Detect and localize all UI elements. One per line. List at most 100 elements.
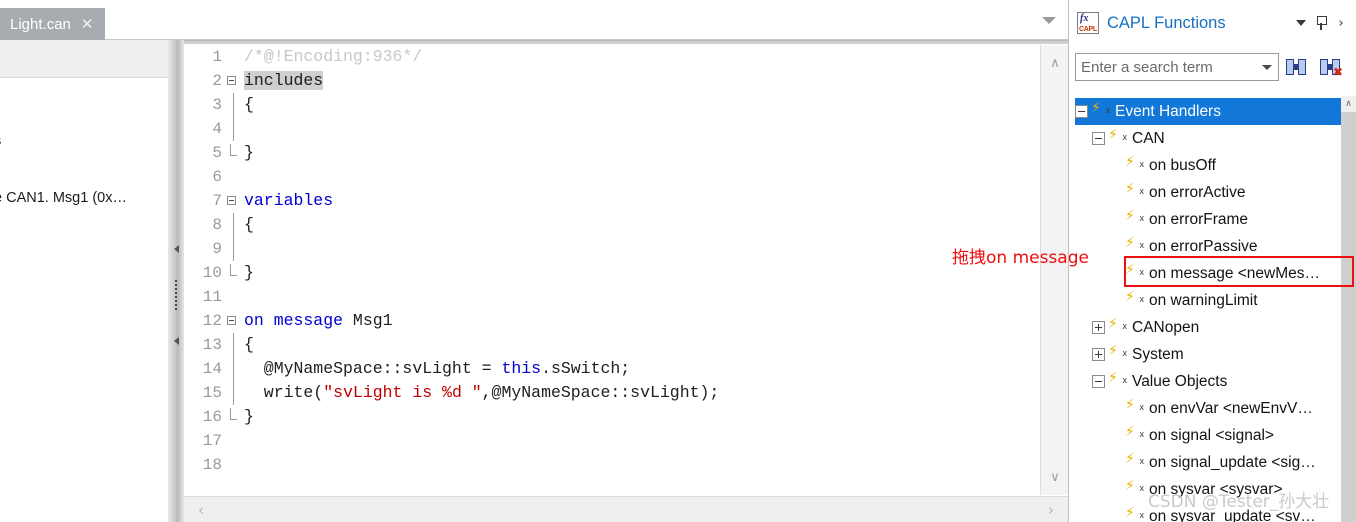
fold-toggle-icon[interactable]: [224, 189, 238, 213]
fold-guide: [224, 356, 238, 381]
tree-item-label: CAN: [1132, 129, 1165, 147]
scroll-up-icon[interactable]: ∧: [1341, 96, 1356, 112]
line-number: 15: [202, 384, 222, 402]
chevron-down-icon[interactable]: [1042, 17, 1056, 24]
panel-splitter[interactable]: [168, 40, 184, 522]
collapse-icon[interactable]: [1075, 105, 1088, 118]
clear-search-button[interactable]: ✖: [1313, 53, 1347, 81]
code-token: .sSwitch;: [541, 359, 631, 378]
code-token: @MyNameSpace::svLight =: [244, 359, 502, 378]
event-handler-icon: [1125, 290, 1144, 308]
line-number: 16: [202, 408, 222, 426]
tree-item-value-objects[interactable]: Value Objects: [1075, 368, 1341, 395]
tree-item-on-signal-signal[interactable]: on signal <signal>: [1075, 422, 1341, 449]
code-text: {: [238, 93, 254, 117]
tab-light-can[interactable]: Light.can ✕: [0, 8, 106, 40]
tree-item-on-signal-update-sig[interactable]: on signal_update <sig…: [1075, 449, 1341, 476]
code-line[interactable]: 10}: [184, 261, 1039, 285]
event-handler-icon: [1108, 344, 1127, 362]
line-number: 1: [212, 48, 222, 66]
code-line[interactable]: 9: [184, 236, 1039, 261]
tree-item-canopen[interactable]: CANopen: [1075, 314, 1341, 341]
code-text-area[interactable]: 1/*@!Encoding:936*/2 includes 3{4 5} 6 7 varia…: [184, 45, 1039, 495]
find-button[interactable]: [1279, 53, 1313, 81]
tree-item-system[interactable]: System: [1075, 341, 1341, 368]
left-panel-header: [0, 40, 168, 78]
fold-toggle-icon[interactable]: [224, 309, 238, 333]
code-text: write("svLight is %d ",@MyNameSpace::svL…: [238, 381, 720, 405]
tree-item-on-errorframe[interactable]: on errorFrame: [1075, 206, 1341, 233]
code-line[interactable]: 7 variables: [184, 189, 1039, 213]
pin-icon: [1315, 16, 1327, 30]
code-line[interactable]: 11: [184, 285, 1039, 309]
fold-guide: [224, 236, 238, 261]
splitter-grip[interactable]: [172, 245, 180, 345]
panel-menu-dropdown[interactable]: [1291, 11, 1311, 35]
editor-horizontal-scrollbar[interactable]: ‹ ›: [184, 496, 1068, 522]
tree-item-label: Value Objects: [1132, 372, 1228, 390]
tree-item-can[interactable]: CAN: [1075, 125, 1341, 152]
tree-item-label: on errorPassive: [1149, 237, 1258, 255]
code-line[interactable]: 8{: [184, 212, 1039, 237]
pin-panel-button[interactable]: [1311, 11, 1331, 35]
fold-guide: [224, 212, 238, 237]
code-token: {: [244, 215, 254, 234]
code-token: }: [244, 263, 254, 282]
code-line[interactable]: 5}: [184, 141, 1039, 165]
tree-item-on-envvar-newenvv[interactable]: on envVar <newEnvV…: [1075, 395, 1341, 422]
tree-item-on-errorpassive[interactable]: on errorPassive: [1075, 233, 1341, 260]
code-line[interactable]: 3{: [184, 92, 1039, 117]
code-token: Msg1: [352, 311, 393, 330]
expand-icon[interactable]: [1092, 321, 1105, 334]
fold-guide: [224, 261, 238, 285]
collapse-icon[interactable]: [1092, 132, 1105, 145]
line-number: 14: [202, 360, 222, 378]
capl-editor-window: Light.can ✕ s e CAN1. Msg1 (0x… 1 /*@!Enc…: [0, 0, 1356, 522]
expand-icon[interactable]: [1092, 348, 1105, 361]
tree-item-event-handlers[interactable]: Event Handlers: [1075, 98, 1341, 125]
scroll-left-icon[interactable]: ‹: [188, 497, 214, 522]
chevron-down-icon[interactable]: [1262, 64, 1272, 70]
collapse-left-icon-2[interactable]: [173, 337, 179, 345]
capl-functions-tree[interactable]: Event Handlers CAN on busOff on errorActive…: [1075, 98, 1341, 522]
code-text: includes: [238, 69, 324, 93]
code-line[interactable]: 17: [184, 429, 1039, 453]
code-line[interactable]: 2 includes: [184, 69, 1039, 93]
panel-vertical-scrollbar[interactable]: ∧: [1341, 96, 1356, 522]
line-number: 12: [202, 312, 222, 330]
watermark: CSDN @Tester_孙大壮: [1148, 492, 1330, 512]
tree-item-on-warninglimit[interactable]: on warningLimit: [1075, 287, 1341, 314]
code-line[interactable]: 6: [184, 165, 1039, 189]
code-line[interactable]: 13 {: [184, 332, 1039, 357]
code-line[interactable]: 15 write("svLight is %d ",@MyNameSpace::…: [184, 380, 1039, 405]
fold-guide: [224, 92, 238, 117]
scroll-up-icon[interactable]: ∧: [1041, 51, 1069, 75]
close-panel-button[interactable]: ›: [1331, 11, 1351, 35]
code-token: on message: [244, 311, 353, 330]
scroll-right-icon[interactable]: ›: [1038, 497, 1064, 522]
fx-glyph: fx: [1080, 13, 1089, 24]
tree-item-on-erroractive[interactable]: on errorActive: [1075, 179, 1341, 206]
collapse-left-icon[interactable]: [173, 245, 179, 253]
tree-item-on-message-newmes[interactable]: on message <newMes…: [1075, 260, 1341, 287]
code-line[interactable]: 4: [184, 116, 1039, 141]
code-line[interactable]: 12 on message Msg1: [184, 309, 1039, 333]
event-handler-icon: [1108, 317, 1127, 335]
code-line[interactable]: 16}: [184, 405, 1039, 429]
tree-item-on-busoff[interactable]: on busOff: [1075, 152, 1341, 179]
left-panel-text-1: s: [0, 133, 1, 149]
collapse-icon[interactable]: [1092, 375, 1105, 388]
code-line[interactable]: 1 /*@!Encoding:936*/: [184, 45, 1039, 69]
close-icon[interactable]: ✕: [81, 16, 94, 32]
line-number: 4: [212, 120, 222, 138]
fold-toggle-icon[interactable]: [224, 69, 238, 93]
editor-vertical-scrollbar[interactable]: ∧ ∨: [1040, 45, 1068, 495]
line-number: 3: [212, 96, 222, 114]
fold-guide: [224, 332, 238, 357]
code-line[interactable]: 14 @MyNameSpace::svLight = this.sSwitch;: [184, 356, 1039, 381]
code-line[interactable]: 18: [184, 453, 1039, 477]
line-number: 10: [202, 264, 222, 282]
scroll-down-icon[interactable]: ∨: [1041, 465, 1069, 489]
search-input[interactable]: Enter a search term: [1075, 53, 1279, 81]
event-handler-icon: [1125, 479, 1144, 497]
